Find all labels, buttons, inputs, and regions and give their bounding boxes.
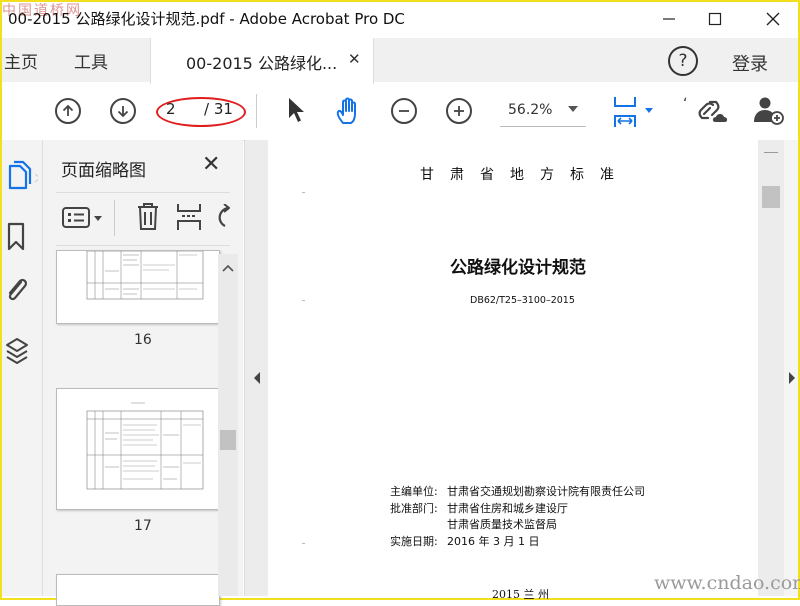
options-menu-icon xyxy=(62,207,102,228)
watermark-bottom: www.cndao.com xyxy=(654,572,800,594)
tab-close-button[interactable]: ✕ xyxy=(348,50,361,68)
paperclip-icon xyxy=(8,278,28,301)
thumbnail-label: 16 xyxy=(134,332,152,348)
plus-icon xyxy=(454,106,464,116)
bookmark-icon xyxy=(7,222,25,251)
meta-label: 主编单位: xyxy=(390,485,438,498)
thumbnail-page-18[interactable] xyxy=(56,574,220,606)
window-title: 00-2015 公路绿化设计规范.pdf - Adobe Acrobat Pro… xyxy=(8,10,405,28)
panel-close-button[interactable]: ✕ xyxy=(202,152,220,177)
page-mark xyxy=(302,192,305,193)
minimize-icon xyxy=(663,18,675,20)
share-link-button[interactable] xyxy=(698,96,732,130)
rail-attachments[interactable] xyxy=(4,276,30,310)
panel-title: 页面缩略图 xyxy=(61,161,146,181)
tab-tools[interactable]: 工具 xyxy=(74,48,108,73)
thumbnail-label: 17 xyxy=(134,518,152,534)
toolbar-divider xyxy=(256,94,257,128)
panel-splitter[interactable] xyxy=(244,140,269,596)
login-button[interactable]: 登录 xyxy=(732,50,768,76)
rotate-pages-button[interactable] xyxy=(216,203,231,234)
document-title: 公路绿化设计规范 xyxy=(450,258,586,278)
delete-pages-button[interactable] xyxy=(136,202,160,236)
panel-scrollbar-thumb[interactable] xyxy=(220,430,236,450)
page-mark xyxy=(302,300,305,301)
rail-layers[interactable] xyxy=(4,336,30,372)
panel-scrollbar[interactable] xyxy=(218,254,238,596)
scroll-up-icon[interactable] xyxy=(222,258,234,277)
fit-page-button[interactable] xyxy=(612,94,658,134)
meta-value: 甘肃省住房和城乡建设厅 xyxy=(447,502,568,515)
document-standard-label: 甘肃省地方标准 xyxy=(420,167,630,183)
document-scrollbar[interactable] xyxy=(758,140,784,596)
hand-tool-button[interactable] xyxy=(334,96,366,130)
red-annotation-oval xyxy=(156,97,246,127)
zoom-in-button[interactable] xyxy=(446,98,472,124)
meta-value: 甘肃省交通规划勘察设计院有限责任公司 xyxy=(447,485,645,498)
panel-toolbar-divider xyxy=(114,200,115,236)
rotate-icon xyxy=(218,203,231,227)
zoom-level-select[interactable]: 56.2% xyxy=(508,102,552,118)
thumbnail-page-16[interactable] xyxy=(56,250,220,324)
next-page-button[interactable] xyxy=(110,98,136,124)
tab-home[interactable]: 主页 xyxy=(4,48,38,73)
maximize-icon xyxy=(708,12,722,26)
trash-icon xyxy=(138,203,158,230)
expand-right-panel-icon[interactable] xyxy=(788,370,796,389)
arrow-down-icon xyxy=(117,106,129,118)
thumbnail-page-17[interactable] xyxy=(56,388,220,510)
maximize-button[interactable] xyxy=(692,2,738,36)
collapse-panel-icon[interactable] xyxy=(253,370,261,389)
close-window-button[interactable] xyxy=(750,2,796,36)
document-scrollbar-thumb[interactable] xyxy=(762,186,780,208)
meta-label: 批准部门: xyxy=(390,502,438,515)
previous-page-button[interactable] xyxy=(55,98,81,124)
tab-document-label: 00-2015 公路绿化... xyxy=(186,54,338,73)
help-button[interactable]: ? xyxy=(668,46,698,76)
document-code: DB62/T25–3100–2015 xyxy=(470,295,575,306)
hand-icon xyxy=(336,97,356,124)
page-thumbnails-icon xyxy=(8,160,41,190)
layers-icon xyxy=(6,338,28,364)
scroll-up-icon[interactable] xyxy=(764,142,778,153)
right-panel-edge xyxy=(784,140,798,596)
rail-bookmarks[interactable] xyxy=(6,222,26,256)
minus-icon xyxy=(399,110,409,112)
link-cloud-icon xyxy=(698,100,728,122)
close-icon xyxy=(766,12,780,26)
meta-value: 2016 年 3 月 1 日 xyxy=(447,535,540,548)
select-tool-button[interactable] xyxy=(286,96,306,128)
meta-label: 实施日期: xyxy=(390,535,438,548)
insert-page-icon xyxy=(177,204,201,230)
minimize-button[interactable] xyxy=(646,2,692,36)
thumbnail-options-button[interactable] xyxy=(62,206,106,234)
toolbar-overflow-mark: ʻ xyxy=(683,96,688,112)
meta-value: 甘肃省质量技术监督局 xyxy=(447,518,557,531)
add-user-button[interactable] xyxy=(752,96,786,130)
cursor-arrow-icon xyxy=(289,98,304,122)
fit-width-icon xyxy=(614,97,653,127)
add-user-icon xyxy=(754,97,784,125)
rail-page-thumbnails[interactable] xyxy=(4,160,41,198)
page-mark xyxy=(302,543,305,544)
chevron-down-icon[interactable] xyxy=(568,106,578,112)
thumbnail-content xyxy=(86,402,204,490)
thumbnail-content xyxy=(86,250,204,300)
zoom-out-button[interactable] xyxy=(391,98,417,124)
zoom-underline xyxy=(500,126,586,127)
arrow-up-icon xyxy=(62,104,74,116)
insert-pages-button[interactable] xyxy=(176,202,202,236)
